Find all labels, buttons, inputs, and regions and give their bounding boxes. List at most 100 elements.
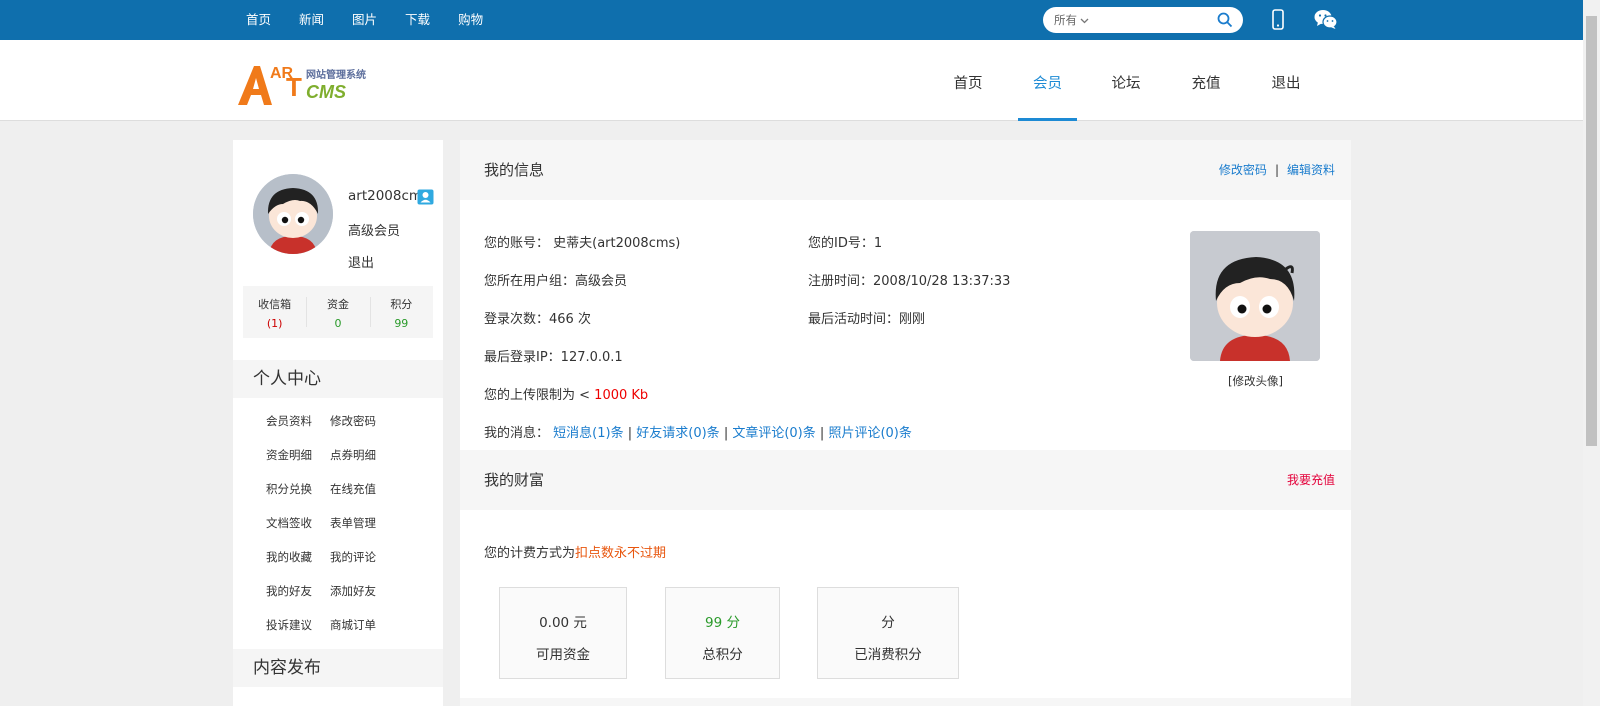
mainnav-home[interactable]: 首页 xyxy=(940,40,996,121)
pipe-separator: | xyxy=(627,426,633,441)
menu-points-exchange[interactable]: 积分兑换 xyxy=(266,472,330,506)
pipe-separator: | xyxy=(723,426,729,441)
info-last-ip: 最后登录IP：127.0.0.1 xyxy=(484,350,623,365)
menu-my-favorites[interactable]: 我的收藏 xyxy=(266,540,330,574)
logo-slogan: 网站管理系统 xyxy=(306,68,366,81)
member-sidebar: art2008cm 高级会员 退出 收信箱 (1) 资金 0 积分 99 个人中… xyxy=(233,140,443,706)
article-comment-link[interactable]: 文章评论(0)条 xyxy=(732,426,815,441)
menu-feedback[interactable]: 投诉建议 xyxy=(266,608,330,642)
info-messages: 我的消息： 短消息(1)条 | 好友请求(0)条 | 文章评论(0)条 | 照片… xyxy=(484,422,912,441)
logo-letter-t: T xyxy=(286,72,302,102)
my-info-header: 我的信息 修改密码 | 编辑资料 xyxy=(460,140,1351,200)
consumed-points-label: 已消费积分 xyxy=(854,647,922,663)
my-info-links: 修改密码 | 编辑资料 xyxy=(1219,140,1335,200)
top-nav: 首页 新闻 图片 下载 购物 xyxy=(246,0,511,40)
consumed-points-value: 分 xyxy=(881,615,895,631)
billing-mode: 您的计费方式为扣点数永不过期 xyxy=(484,542,666,561)
wechat-icon[interactable] xyxy=(1314,9,1338,34)
menu-row: 会员资料 修改密码 xyxy=(266,404,416,438)
stat-funds[interactable]: 资金 0 xyxy=(306,286,369,338)
info-login-count: 登录次数：466 次 xyxy=(484,312,591,327)
personal-center-menu: 会员资料 修改密码 资金明细 点券明细 积分兑换 在线充值 文档签收 表单管理 我的收藏… xyxy=(266,404,416,642)
sidebar-logout-link[interactable]: 退出 xyxy=(348,252,374,271)
site-header: AR T 网站管理系统 CMS 首页 会员 论坛 充值 退出 xyxy=(0,40,1583,121)
mainnav-member[interactable]: 会员 xyxy=(1018,40,1077,121)
mainnav-forum[interactable]: 论坛 xyxy=(1098,40,1154,121)
stat-inbox-value: (1) xyxy=(266,317,283,330)
available-funds-label: 可用资金 xyxy=(536,647,590,663)
edit-avatar-link[interactable]: [修改头像] xyxy=(1228,373,1283,389)
upload-limit-value: 1000 Kb xyxy=(594,388,649,403)
search-box: 所有 xyxy=(1043,7,1243,33)
menu-doc-receipt[interactable]: 文档签收 xyxy=(266,506,330,540)
info-upload-limit: 您的上传限制为 < 1000 Kb xyxy=(484,384,648,403)
search-scope-label: 所有 xyxy=(1054,13,1077,27)
menu-add-friend[interactable]: 添加好友 xyxy=(330,574,394,608)
menu-fund-details[interactable]: 资金明细 xyxy=(266,438,330,472)
menu-form-management[interactable]: 表单管理 xyxy=(330,506,394,540)
logo-cms: CMS xyxy=(306,82,346,102)
menu-row: 文档签收 表单管理 xyxy=(266,506,416,540)
member-main-panel: 我的信息 修改密码 | 编辑资料 您的账号： 史蒂夫(art2008cms) 您的I… xyxy=(460,140,1351,706)
content-publish-title: 内容发布 xyxy=(233,649,443,687)
upload-limit-label: 您的上传限制为 < xyxy=(484,388,595,403)
member-card-icon[interactable] xyxy=(417,189,434,209)
my-wealth-title: 我的财富 xyxy=(484,471,545,489)
my-wealth-header: 我的财富 我要充值 xyxy=(460,450,1351,510)
avatar[interactable] xyxy=(253,174,333,254)
stat-inbox[interactable]: 收信箱 (1) xyxy=(243,286,306,338)
artcms-logo[interactable]: AR T 网站管理系统 CMS xyxy=(236,60,378,108)
mainnav-recharge[interactable]: 充值 xyxy=(1178,40,1234,121)
scrollbar-thumb[interactable] xyxy=(1586,16,1597,446)
menu-coupon-details[interactable]: 点券明细 xyxy=(330,438,394,472)
menu-row: 我的好友 添加好友 xyxy=(266,574,416,608)
menu-my-comments[interactable]: 我的评论 xyxy=(330,540,394,574)
menu-my-friends[interactable]: 我的好友 xyxy=(266,574,330,608)
search-icon[interactable] xyxy=(1217,12,1233,32)
menu-online-recharge[interactable]: 在线充值 xyxy=(330,472,394,506)
stat-funds-value: 0 xyxy=(334,317,342,330)
user-stats: 收信箱 (1) 资金 0 积分 99 xyxy=(243,286,433,338)
available-funds-box: 0.00 元 可用资金 xyxy=(499,587,627,679)
active-tab-indicator xyxy=(1018,118,1077,121)
short-message-link[interactable]: 短消息(1)条 xyxy=(553,426,623,441)
total-points-box: 99 分 总积分 xyxy=(665,587,780,679)
change-password-link[interactable]: 修改密码 xyxy=(1219,163,1267,177)
info-account: 您的账号： 史蒂夫(art2008cms) xyxy=(484,236,681,251)
menu-member-profile[interactable]: 会员资料 xyxy=(266,404,330,438)
page-scrollbar[interactable] xyxy=(1583,0,1600,706)
topnav-download[interactable]: 下载 xyxy=(405,0,430,40)
total-points-value: 99 分 xyxy=(705,615,740,631)
search-scope-select[interactable]: 所有 xyxy=(1054,7,1089,33)
topnav-news[interactable]: 新闻 xyxy=(299,0,324,40)
avatar-large[interactable] xyxy=(1190,231,1320,361)
total-points-label: 总积分 xyxy=(702,647,743,663)
edit-profile-link[interactable]: 编辑资料 xyxy=(1287,163,1335,177)
stat-points-label: 积分 xyxy=(390,298,413,311)
topnav-shop[interactable]: 购物 xyxy=(458,0,483,40)
info-register-time: 注册时间：2008/10/28 13:37:33 xyxy=(808,274,1011,289)
search-input[interactable] xyxy=(1105,11,1205,29)
menu-row: 资金明细 点券明细 xyxy=(266,438,416,472)
photo-comment-link[interactable]: 照片评论(0)条 xyxy=(828,426,911,441)
menu-row: 我的收藏 我的评论 xyxy=(266,540,416,574)
available-funds-value: 0.00 元 xyxy=(539,615,587,631)
stat-points[interactable]: 积分 99 xyxy=(369,286,433,338)
menu-row: 积分兑换 在线充值 xyxy=(266,472,416,506)
mainnav-logout[interactable]: 退出 xyxy=(1258,40,1314,121)
menu-change-password[interactable]: 修改密码 xyxy=(330,404,394,438)
recharge-link[interactable]: 我要充值 xyxy=(1287,450,1335,510)
menu-row: 投诉建议 商城订单 xyxy=(266,608,416,642)
topnav-home[interactable]: 首页 xyxy=(246,0,271,40)
friend-request-link[interactable]: 好友请求(0)条 xyxy=(636,426,719,441)
username: art2008cm xyxy=(348,188,423,204)
info-user-group: 您所在用户组：高级会员 xyxy=(484,274,628,289)
stat-inbox-label: 收信箱 xyxy=(258,298,292,311)
stat-points-value: 99 xyxy=(394,317,409,330)
consumed-points-box: 分 已消费积分 xyxy=(817,587,959,679)
mobile-phone-icon[interactable] xyxy=(1272,9,1284,34)
menu-shop-orders[interactable]: 商城订单 xyxy=(330,608,394,642)
top-bar: 首页 新闻 图片 下载 购物 所有 xyxy=(0,0,1583,40)
user-group: 高级会员 xyxy=(348,224,401,239)
topnav-pictures[interactable]: 图片 xyxy=(352,0,377,40)
